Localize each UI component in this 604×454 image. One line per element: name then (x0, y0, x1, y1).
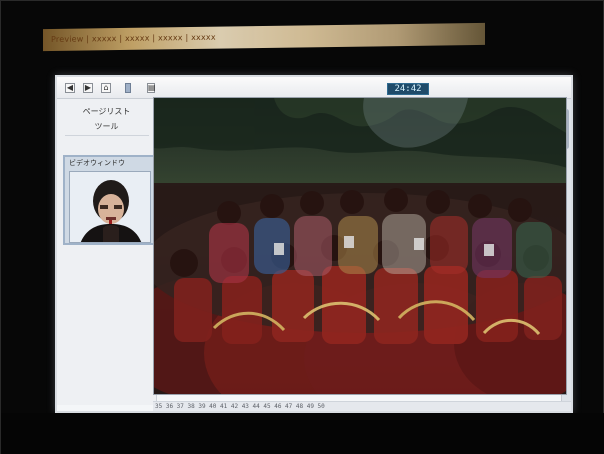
video-feed (69, 171, 151, 243)
crowd-photo (154, 98, 566, 394)
home-button[interactable]: ⌂ (101, 83, 111, 93)
toolbar: ◀ ▶ ⌂ ▤ 24:42 (57, 77, 571, 99)
main-photo (153, 97, 567, 395)
projected-screen: ◀ ▶ ⌂ ▤ 24:42 ページリスト ツール ビデオウィンドウ 35 36 … (55, 75, 573, 413)
timer-display: 24:42 (387, 83, 429, 95)
sidebar-divider (65, 135, 149, 136)
menu-button[interactable]: ▤ (147, 83, 156, 93)
page-indicator-bar[interactable]: 35 36 37 38 39 40 41 42 43 44 45 46 47 4… (153, 401, 571, 411)
back-button[interactable]: ◀ (65, 83, 75, 93)
page-numbers: 35 36 37 38 39 40 41 42 43 44 45 46 47 4… (155, 403, 325, 410)
toolbar-divider (125, 83, 131, 93)
sidebar: ページリスト ツール ビデオウィンドウ (57, 99, 157, 405)
video-window[interactable]: ビデオウィンドウ (63, 155, 157, 245)
top-banner-text: Preview | xxxxx | xxxxx | xxxxx | xxxxx (51, 32, 216, 44)
person-photo (70, 172, 150, 242)
video-window-title: ビデオウィンドウ (69, 159, 125, 167)
bottom-shadow (1, 413, 604, 454)
sidebar-page-list-label[interactable]: ページリスト (57, 106, 156, 117)
top-banner: Preview | xxxxx | xxxxx | xxxxx | xxxxx (43, 22, 485, 52)
sidebar-tool-label[interactable]: ツール (57, 121, 156, 132)
forward-button[interactable]: ▶ (83, 83, 93, 93)
screen-frame: Preview | xxxxx | xxxxx | xxxxx | xxxxx … (0, 0, 604, 454)
